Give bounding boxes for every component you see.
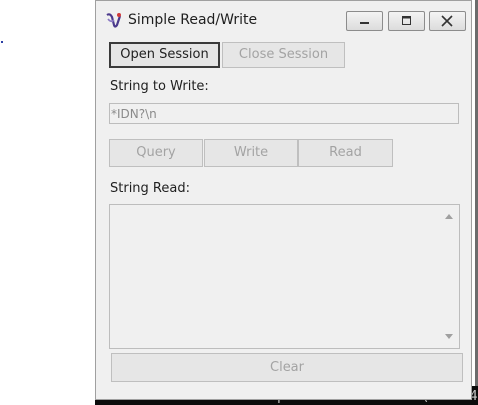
scroll-down-arrow-icon[interactable] (445, 334, 453, 339)
close-button[interactable] (429, 11, 466, 31)
title-bar[interactable]: Simple Read/Write (96, 1, 471, 41)
clear-button[interactable]: Clear (111, 353, 463, 382)
query-button[interactable]: Query (109, 139, 203, 167)
app-window: Simple Read/Write Open Session Close Ses… (95, 0, 472, 400)
vertical-scrollbar[interactable] (441, 206, 458, 347)
string-read-label: String Read: (110, 181, 190, 196)
window-title: Simple Read/Write (128, 12, 258, 28)
string-to-write-input[interactable]: *IDN?\n (109, 103, 459, 124)
string-read-textarea[interactable] (109, 204, 460, 349)
maximize-button[interactable] (388, 11, 425, 31)
open-session-button[interactable]: Open Session (109, 42, 220, 68)
scroll-up-arrow-icon[interactable] (445, 214, 453, 219)
close-session-button[interactable]: Close Session (222, 42, 345, 68)
write-button[interactable]: Write (204, 139, 298, 167)
close-icon (441, 15, 453, 27)
string-to-write-label: String to Write: (110, 79, 209, 94)
stray-dot (1, 41, 3, 43)
app-icon (106, 13, 122, 28)
minimize-button[interactable] (346, 11, 383, 31)
maximize-icon (402, 16, 411, 25)
minimize-icon (360, 22, 369, 24)
read-button[interactable]: Read (298, 139, 393, 167)
